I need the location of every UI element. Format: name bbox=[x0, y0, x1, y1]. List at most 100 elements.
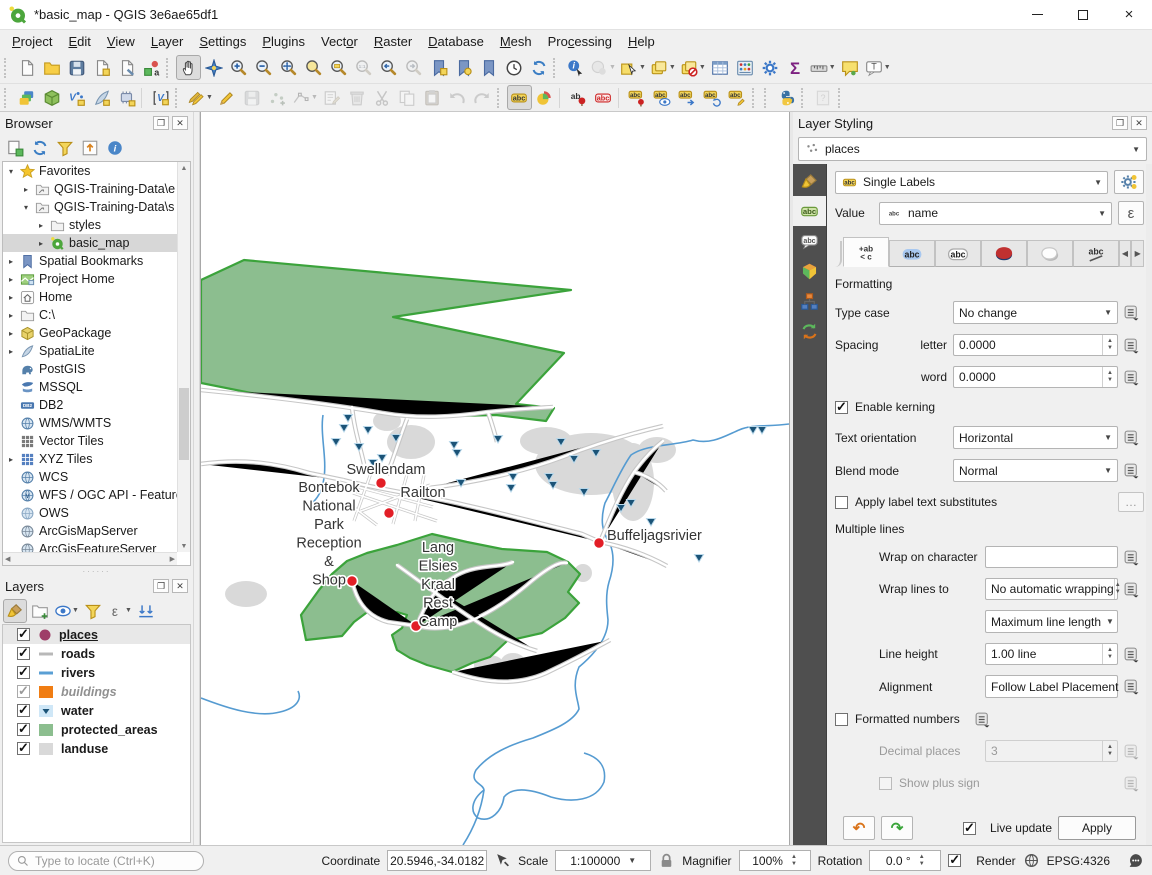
styling-sidebar-item[interactable]: abc bbox=[793, 226, 826, 256]
menu-item[interactable]: Mesh bbox=[492, 32, 540, 51]
browser-item[interactable]: DB2 DB2 bbox=[3, 396, 177, 414]
browser-item[interactable]: PostGIS bbox=[3, 360, 177, 378]
toolbar-button[interactable]: abc bbox=[625, 85, 650, 110]
toolbar-button[interactable]: abc bbox=[507, 85, 532, 110]
enable-kerning-checkbox[interactable] bbox=[835, 401, 848, 414]
menu-item[interactable]: View bbox=[99, 32, 143, 51]
toolbar-button[interactable] bbox=[265, 85, 290, 110]
scale-select[interactable]: 1:100000▼ bbox=[555, 850, 651, 871]
toolbar-button[interactable]: ? bbox=[811, 85, 836, 110]
browser-item[interactable]: ▸ basic_map bbox=[3, 234, 177, 252]
dropdown-arrow-icon[interactable]: ▼ bbox=[884, 64, 891, 71]
line-height-input[interactable]: 1.00 line▲▼ bbox=[985, 643, 1118, 665]
menu-item[interactable]: Database bbox=[420, 32, 492, 51]
menu-item[interactable]: Help bbox=[620, 32, 663, 51]
layer-visibility-checkbox[interactable] bbox=[17, 666, 30, 679]
lock-scale-icon[interactable] bbox=[658, 852, 675, 869]
toolbar-button[interactable]: ▼ bbox=[588, 55, 618, 80]
toolbar-button[interactable] bbox=[420, 85, 445, 110]
toolbar-button[interactable] bbox=[476, 55, 501, 80]
toolbar-button[interactable] bbox=[320, 85, 345, 110]
toolbar-button[interactable]: V bbox=[148, 85, 173, 110]
render-checkbox[interactable] bbox=[948, 854, 961, 867]
layer-visibility-checkbox[interactable] bbox=[17, 628, 30, 641]
browser-tool-button[interactable] bbox=[3, 136, 27, 160]
toolbar-button[interactable] bbox=[89, 55, 114, 80]
layers-tool-button[interactable]: ▼ bbox=[53, 599, 80, 623]
dropdown-arrow-icon[interactable]: ▼ bbox=[609, 64, 616, 71]
browser-item[interactable]: WCS bbox=[3, 468, 177, 486]
toolbar-button[interactable] bbox=[326, 55, 351, 80]
type-case-select[interactable]: No change▼ bbox=[953, 301, 1118, 324]
toolbar-button[interactable]: Σ bbox=[783, 55, 808, 80]
layers-tool-button[interactable] bbox=[28, 599, 52, 623]
browser-tool-button[interactable] bbox=[78, 136, 102, 160]
menu-item[interactable]: Vector bbox=[313, 32, 366, 51]
browser-item[interactable]: ▸ C:\ bbox=[3, 306, 177, 324]
toolbar-button[interactable] bbox=[301, 55, 326, 80]
tab-scroll-right[interactable]: ▶ bbox=[1131, 240, 1144, 267]
mouse-position-toggle-icon[interactable] bbox=[494, 852, 511, 869]
toolbar-button[interactable]: ab bbox=[566, 85, 591, 110]
label-settings-tab[interactable]: abc bbox=[889, 240, 935, 267]
expander-icon[interactable]: ▸ bbox=[39, 239, 50, 248]
toolbar-button[interactable] bbox=[226, 55, 251, 80]
toolbar-button[interactable] bbox=[733, 55, 758, 80]
expander-icon[interactable]: ▸ bbox=[9, 347, 20, 356]
menu-item[interactable]: Project bbox=[4, 32, 60, 51]
layers-tool-button[interactable] bbox=[81, 599, 105, 623]
toolbar-button[interactable] bbox=[276, 55, 301, 80]
toolbar-button[interactable]: abc bbox=[650, 85, 675, 110]
toolbar-button[interactable]: ▼ bbox=[808, 55, 838, 80]
minimize-button[interactable] bbox=[1014, 0, 1060, 29]
browser-item[interactable]: ▾ Favorites bbox=[3, 162, 177, 180]
expander-icon[interactable]: ▸ bbox=[9, 455, 20, 464]
close-panel-icon[interactable]: ✕ bbox=[172, 579, 188, 593]
override-button[interactable] bbox=[1118, 578, 1144, 600]
apply-button[interactable]: Apply bbox=[1058, 816, 1136, 840]
expander-icon[interactable]: ▸ bbox=[24, 185, 35, 194]
browser-tool-button[interactable]: i bbox=[103, 136, 127, 160]
toolbar-button[interactable] bbox=[14, 85, 39, 110]
expression-builder-button[interactable]: ε bbox=[1118, 201, 1144, 225]
styling-layer-select[interactable]: places ▼ bbox=[798, 137, 1147, 161]
dropdown-arrow-icon[interactable]: ▼ bbox=[639, 64, 646, 71]
menu-item[interactable]: Plugins bbox=[254, 32, 313, 51]
toolbar-button[interactable] bbox=[14, 55, 39, 80]
expander-icon[interactable]: ▸ bbox=[9, 275, 20, 284]
toolbar-button[interactable]: T ▼ bbox=[863, 55, 893, 80]
menu-item[interactable]: Edit bbox=[60, 32, 98, 51]
browser-item[interactable]: OWS bbox=[3, 504, 177, 522]
dropdown-arrow-icon[interactable]: ▼ bbox=[311, 94, 318, 101]
wrap-mode-select[interactable]: Maximum line length▼ bbox=[985, 610, 1118, 633]
toolbar-button[interactable] bbox=[774, 85, 799, 110]
label-settings-tab[interactable]: abc bbox=[1073, 240, 1119, 267]
override-button[interactable] bbox=[1118, 676, 1144, 698]
styling-sidebar-item[interactable] bbox=[793, 286, 826, 316]
toolbar-button[interactable]: a bbox=[139, 55, 164, 80]
layers-tool-button[interactable] bbox=[134, 599, 158, 623]
toolbar-button[interactable] bbox=[240, 85, 265, 110]
toolbar-button[interactable]: ▼ bbox=[290, 85, 320, 110]
toolbar-button[interactable] bbox=[445, 85, 470, 110]
close-panel-icon[interactable]: ✕ bbox=[172, 116, 188, 130]
expander-icon[interactable]: ▸ bbox=[9, 329, 20, 338]
toolbar-button[interactable] bbox=[64, 55, 89, 80]
toolbar-button[interactable] bbox=[114, 85, 139, 110]
alignment-select[interactable]: Follow Label Placement▼ bbox=[985, 675, 1118, 698]
dock-splitter[interactable]: ······ bbox=[0, 568, 193, 575]
wrap-lines-input[interactable]: No automatic wrapping▲▼ bbox=[985, 578, 1118, 600]
text-orientation-select[interactable]: Horizontal▼ bbox=[953, 426, 1118, 449]
crs-value[interactable]: EPSG:4326 bbox=[1047, 854, 1110, 868]
locate-search-input[interactable]: Type to locate (Ctrl+K) bbox=[8, 851, 204, 871]
dropdown-arrow-icon[interactable]: ▼ bbox=[699, 64, 706, 71]
browser-item[interactable]: ▸ Project Home bbox=[3, 270, 177, 288]
override-button[interactable] bbox=[1118, 460, 1144, 482]
expander-icon[interactable]: ▸ bbox=[9, 311, 20, 320]
blend-mode-select[interactable]: Normal▼ bbox=[953, 459, 1118, 482]
wrap-character-input[interactable] bbox=[985, 546, 1118, 568]
label-substitutes-checkbox[interactable] bbox=[835, 496, 848, 509]
expander-icon[interactable]: ▸ bbox=[39, 221, 50, 230]
expander-icon[interactable]: ▸ bbox=[9, 293, 20, 302]
toolbar-button[interactable] bbox=[89, 85, 114, 110]
